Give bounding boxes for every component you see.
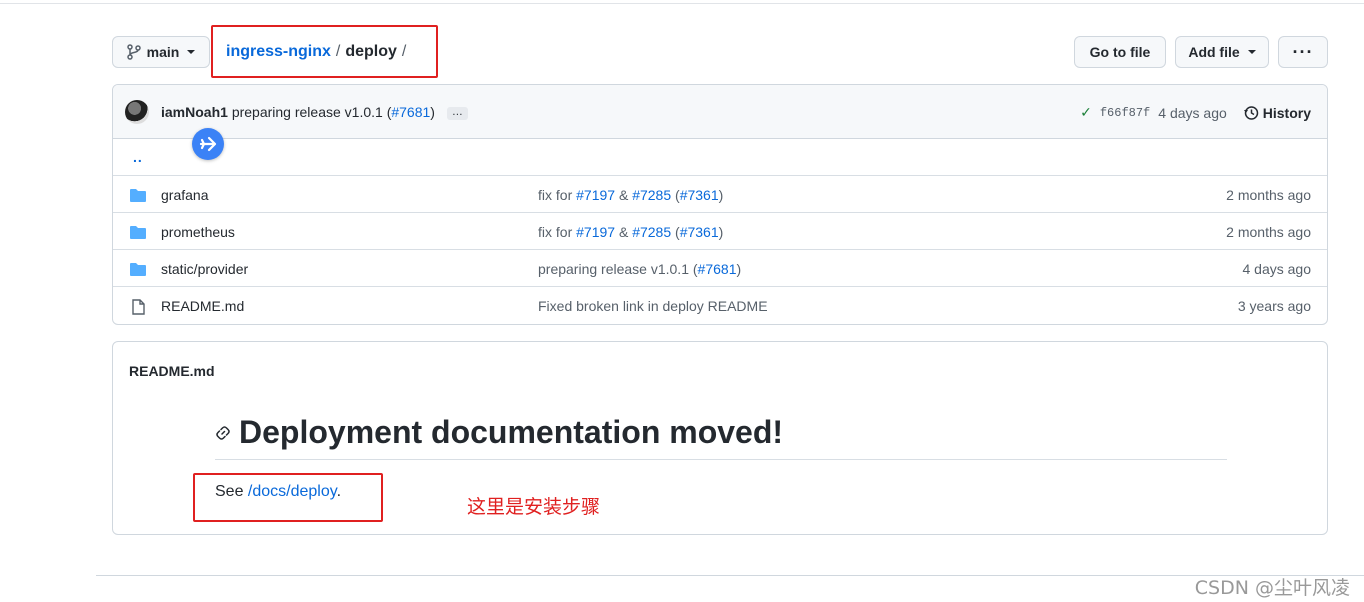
commit-author[interactable]: iamNoah1 — [161, 104, 228, 120]
commit-sha[interactable]: f66f87f — [1100, 106, 1150, 120]
file-commit-message: fix for #7197 & #7285 (#7361) — [538, 224, 723, 240]
msg-text: Fixed broken link in deploy README — [538, 298, 768, 314]
link-icon[interactable] — [215, 425, 231, 441]
add-file-button[interactable]: Add file — [1175, 36, 1269, 68]
top-divider — [0, 3, 1364, 4]
translate-float-button[interactable] — [192, 128, 224, 160]
msg-text: ( — [671, 187, 680, 203]
branch-name: main — [146, 44, 180, 60]
go-to-file-button[interactable]: Go to file — [1074, 36, 1166, 68]
pr-link[interactable]: #7681 — [698, 261, 737, 277]
go-to-file-label: Go to file — [1089, 44, 1151, 60]
history-link[interactable]: History — [1243, 105, 1311, 121]
commit-meta: ✓ f66f87f 4 days ago History — [1080, 104, 1311, 121]
pr-link[interactable]: #7361 — [680, 224, 719, 240]
annotation-text: 这里是安装步骤 — [467, 496, 601, 518]
add-file-label: Add file — [1188, 44, 1240, 60]
commit-age: 4 days ago — [1158, 104, 1227, 121]
msg-text: fix for — [538, 187, 577, 203]
issue-link[interactable]: #7197 — [576, 224, 615, 240]
git-branch-icon — [126, 44, 141, 60]
pr-link[interactable]: #7361 — [680, 187, 719, 203]
airplane-icon — [199, 136, 217, 152]
folder-icon — [130, 226, 146, 239]
kebab-icon: ··· — [1292, 41, 1314, 62]
file-name[interactable]: README.md — [161, 298, 244, 314]
commit-message-end: ) — [430, 104, 435, 120]
file-icon — [132, 299, 145, 315]
file-commit-message[interactable]: Fixed broken link in deploy README — [538, 298, 768, 314]
parent-directory-link[interactable]: .. — [133, 149, 143, 165]
table-row[interactable]: README.md Fixed broken link in deploy RE… — [113, 287, 1327, 324]
msg-text: ) — [718, 187, 724, 203]
msg-text: ) — [718, 224, 724, 240]
bottom-divider — [96, 575, 1364, 576]
readme-heading-text: Deployment documentation moved! — [239, 414, 784, 450]
file-age: 3 years ago — [1237, 298, 1311, 314]
avatar[interactable] — [125, 100, 149, 124]
msg-text: preparing release v1.0.1 ( — [538, 261, 698, 277]
chevron-down-icon — [1247, 50, 1256, 54]
folder-icon — [130, 263, 146, 276]
commit-pr-link[interactable]: #7681 — [391, 104, 430, 120]
msg-text: & — [615, 187, 633, 203]
commit-message: iamNoah1 preparing release v1.0.1 (#7681… — [161, 104, 468, 120]
readme-heading: Deployment documentation moved! — [215, 414, 1227, 460]
file-commit-message: preparing release v1.0.1 (#7681) — [538, 261, 741, 277]
history-label: History — [1262, 104, 1311, 121]
folder-icon — [130, 189, 146, 202]
file-commit-message: fix for #7197 & #7285 (#7361) — [538, 187, 723, 203]
branch-select-button[interactable]: main — [112, 36, 210, 68]
chevron-down-icon — [187, 50, 196, 54]
msg-text: & — [615, 224, 633, 240]
msg-text: fix for — [538, 224, 577, 240]
latest-commit-bar: iamNoah1 preparing release v1.0.1 (#7681… — [113, 85, 1327, 139]
issue-link[interactable]: #7285 — [632, 187, 671, 203]
table-row[interactable]: grafana fix for #7197 & #7285 (#7361) 2 … — [113, 176, 1327, 213]
table-row[interactable]: prometheus fix for #7197 & #7285 (#7361)… — [113, 213, 1327, 250]
readme-filename: README.md — [129, 363, 215, 379]
issue-link[interactable]: #7197 — [576, 187, 615, 203]
annotation-box-readme-link — [193, 473, 383, 522]
file-name[interactable]: static/provider — [161, 261, 248, 277]
parent-directory-row[interactable]: .. — [113, 139, 1327, 176]
file-name[interactable]: prometheus — [161, 224, 235, 240]
file-name[interactable]: grafana — [161, 187, 208, 203]
issue-link[interactable]: #7285 — [632, 224, 671, 240]
file-age: 4 days ago — [1242, 261, 1312, 277]
check-icon[interactable]: ✓ — [1080, 104, 1092, 121]
annotation-box-breadcrumb — [211, 25, 438, 78]
file-age: 2 months ago — [1226, 224, 1311, 240]
table-row[interactable]: static/provider preparing release v1.0.1… — [113, 250, 1327, 287]
expand-commit-button[interactable]: … — [446, 106, 468, 120]
file-age: 2 months ago — [1226, 187, 1311, 203]
commit-message-text: preparing release v1.0.1 ( — [231, 104, 392, 120]
msg-text: ( — [671, 224, 680, 240]
more-options-button[interactable]: ··· — [1278, 36, 1328, 68]
msg-text: ) — [736, 261, 742, 277]
watermark: CSDN @尘叶风凌 — [1194, 577, 1350, 599]
file-browser: iamNoah1 preparing release v1.0.1 (#7681… — [112, 84, 1328, 325]
history-icon — [1243, 105, 1259, 120]
